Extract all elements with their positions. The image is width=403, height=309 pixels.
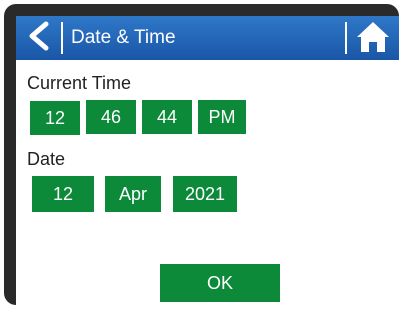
back-button[interactable] bbox=[20, 20, 56, 56]
current-time-label: Current Time bbox=[27, 73, 132, 93]
device-bezel: Date & Time Current Time 12 46 44 PM Dat… bbox=[4, 4, 399, 305]
home-icon bbox=[356, 21, 390, 58]
header-divider bbox=[345, 22, 347, 54]
ok-button[interactable]: OK bbox=[160, 264, 280, 302]
header-divider bbox=[61, 22, 63, 54]
date-label: Date bbox=[27, 149, 66, 169]
screen: Date & Time Current Time 12 46 44 PM Dat… bbox=[16, 16, 399, 305]
home-button[interactable] bbox=[353, 20, 393, 58]
day-field[interactable]: 12 bbox=[32, 176, 94, 212]
header-bar: Date & Time bbox=[16, 16, 399, 60]
page-title: Date & Time bbox=[71, 27, 176, 48]
month-field[interactable]: Apr bbox=[105, 176, 161, 212]
hour-field[interactable]: 12 bbox=[30, 101, 80, 135]
year-field[interactable]: 2021 bbox=[173, 176, 237, 212]
back-arrow-icon bbox=[26, 21, 50, 56]
second-field[interactable]: 44 bbox=[142, 100, 192, 134]
ampm-field[interactable]: PM bbox=[198, 100, 246, 134]
minute-field[interactable]: 46 bbox=[86, 100, 136, 134]
